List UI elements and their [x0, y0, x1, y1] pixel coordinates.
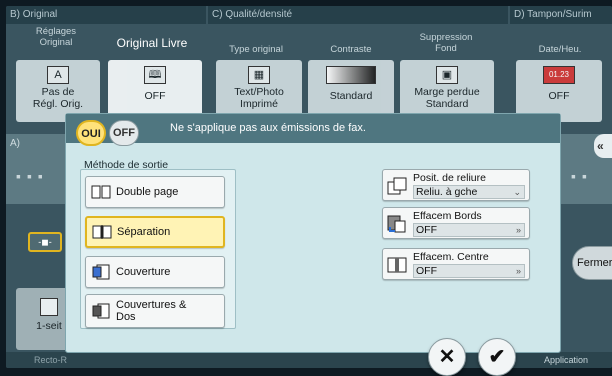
tile-marge-label: Marge perdue Standard	[414, 86, 480, 110]
date-stamp-icon: 01.23	[543, 66, 575, 84]
original-a-icon: A	[47, 66, 69, 84]
col-type-original: Type original	[229, 44, 283, 55]
tile-1-seit-label: 1-seit	[36, 320, 62, 332]
check-icon[interactable]: ✔	[478, 338, 516, 376]
double-chevron-right-icon: »	[515, 225, 521, 235]
section-a-dots: ▪▪▪	[16, 168, 49, 184]
small-yellow-control[interactable]: -◼-	[28, 232, 62, 252]
section-a-label: A)	[10, 138, 20, 149]
center-erase-button[interactable]: Effacem. Centre OFF »	[382, 248, 530, 280]
binding-position-button[interactable]: Posit. de reliure Reliu. à gche ⌄	[382, 169, 530, 201]
bottom-tabs: Recto-R Application	[6, 352, 612, 368]
cover-icon	[92, 264, 110, 280]
center-erase-value-text: OFF	[416, 265, 437, 277]
tile-text-photo-label: Text/Photo Imprimé	[234, 86, 284, 110]
header-col-b: B) Original	[6, 6, 206, 24]
section-a-dots-right: ▪▪	[571, 168, 593, 184]
separation-button[interactable]: Séparation	[85, 216, 225, 248]
double-page-label: Double page	[116, 186, 179, 198]
tile-standard-label: Standard	[329, 90, 373, 102]
tile-off2-label: OFF	[548, 90, 570, 102]
binding-position-title: Posit. de reliure	[413, 172, 486, 184]
binding-position-icon	[387, 177, 407, 195]
couverture-button[interactable]: Couverture	[85, 256, 225, 288]
couvertures-dos-button[interactable]: Couvertures & Dos	[85, 294, 225, 328]
col-contraste: Contraste	[330, 44, 372, 55]
double-page-icon	[91, 185, 111, 199]
tab-application[interactable]: Application	[544, 352, 588, 368]
book-original-dialog: OUI OFF Ne s'applique pas aux émissions …	[65, 113, 561, 376]
tile-off-label: OFF	[144, 90, 166, 102]
center-erase-title: Effacem. Centre	[413, 251, 489, 263]
col-suppression: Suppression Fond	[419, 32, 473, 54]
contrast-icon	[326, 66, 376, 84]
header-col-c: C) Qualité/densité	[208, 6, 508, 24]
cancel-icon[interactable]: ✕	[428, 338, 466, 376]
close-fermer-button[interactable]: Fermer	[572, 246, 612, 280]
header-col-d: D) Tampon/Surim	[510, 6, 612, 24]
separation-icon	[92, 225, 112, 239]
covers-back-icon	[92, 303, 110, 319]
frame-erase-title: Effacem Bords	[413, 210, 482, 222]
col-date-heure: Date/Heu.	[538, 44, 582, 55]
frame-erase-button[interactable]: Effacem Bords OFF »	[382, 207, 530, 239]
background-removal-icon: ▣	[436, 66, 458, 84]
book-icon: 🕮	[144, 66, 166, 84]
binding-position-value-text: Reliu. à gche	[416, 186, 478, 198]
couvertures-dos-label: Couvertures & Dos	[116, 299, 187, 323]
fax-notice: Ne s'applique pas aux émissions de fax.	[170, 122, 366, 134]
double-page-button[interactable]: Double page	[85, 176, 225, 208]
col-reglages: Réglages Original	[35, 26, 77, 48]
toggle-off-button[interactable]: OFF	[109, 120, 139, 146]
text-photo-icon: ▦	[248, 66, 270, 84]
center-erase-icon	[387, 257, 407, 273]
frame-erase-value-text: OFF	[416, 224, 437, 236]
tile-pas-de-label: Pas de Régl. Orig.	[32, 86, 84, 110]
col-original-livre: Original Livre	[116, 36, 188, 50]
frame-erase-value: OFF »	[413, 223, 525, 237]
chevron-down-icon: ⌄	[513, 187, 521, 197]
toggle-on-button[interactable]: OUI	[76, 120, 106, 146]
tab-recto[interactable]: Recto-R	[34, 352, 67, 368]
frame-erase-icon	[387, 215, 406, 233]
center-erase-value: OFF »	[413, 264, 525, 278]
double-chevron-right-icon: »	[515, 266, 521, 276]
binding-position-value: Reliu. à gche ⌄	[413, 185, 525, 199]
one-sided-icon	[40, 298, 58, 316]
chevron-double-left-icon[interactable]: «	[594, 134, 612, 158]
couverture-label: Couverture	[116, 266, 171, 278]
separation-label: Séparation	[117, 226, 171, 238]
